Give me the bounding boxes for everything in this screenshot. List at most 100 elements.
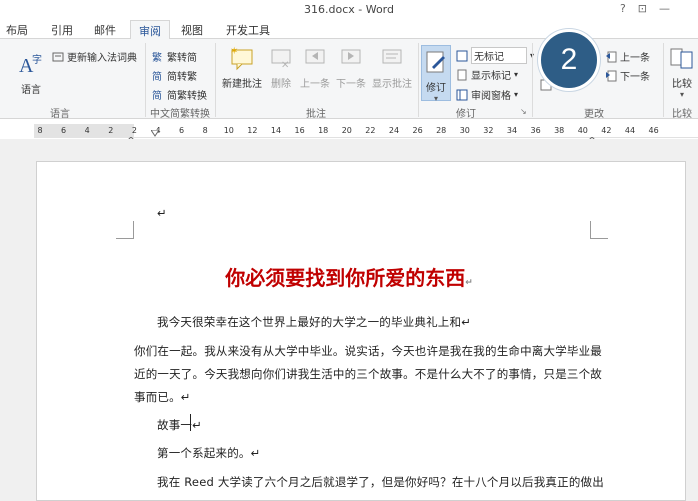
help-icon[interactable]: ? — [620, 2, 626, 15]
show-comments-icon — [379, 45, 405, 71]
chinese-conversion-button[interactable]: 简 简繁转换 — [152, 87, 207, 103]
reviewing-pane-icon — [456, 89, 468, 101]
ruler-tick: 44 — [624, 126, 636, 135]
chinese-conversion-label: 简繁转换 — [167, 91, 207, 102]
delete-comment-label: 删除 — [271, 79, 291, 90]
document-page[interactable] — [36, 161, 686, 501]
ruler-tick: 30 — [459, 126, 470, 135]
compare-dropdown-icon: ▾ — [679, 90, 684, 99]
svg-text:简: 简 — [152, 70, 162, 82]
tracking-group-label: 修订 — [456, 109, 476, 120]
traditional-to-simplified-label: 繁转简 — [167, 53, 197, 64]
update-ime-label: 更新输入法词典 — [67, 53, 137, 64]
group-divider — [532, 43, 533, 117]
tab-review[interactable]: 审阅 — [130, 20, 170, 40]
tab-references[interactable]: 引用 — [51, 22, 73, 38]
minimize-icon[interactable]: — — [659, 2, 670, 15]
tab-mailings[interactable]: 邮件 — [94, 22, 116, 38]
language-button-label: 语言 — [21, 85, 41, 96]
convert-traditional-icon: 简 — [152, 70, 164, 83]
ruler-tick: 34 — [506, 126, 518, 135]
ruler-tick: 38 — [554, 126, 565, 135]
ruler-tick: 4 — [84, 126, 90, 135]
group-divider — [418, 43, 419, 117]
traditional-to-simplified-button[interactable]: 繁 繁转简 — [152, 49, 197, 65]
paragraph-line[interactable]: 你们在一起。我从来没有从大学中毕业。说实话，今天也许是我在我的生命中离大学毕业最 — [134, 343, 602, 359]
svg-text:繁: 繁 — [152, 51, 162, 63]
step-number: 2 — [560, 43, 578, 76]
changes-group-label: 更改 — [584, 109, 604, 120]
ruler-tick: 14 — [270, 126, 282, 135]
compare-group-label: 比较 — [672, 109, 692, 120]
track-changes-button[interactable]: 修订 ▾ — [421, 45, 451, 103]
compare-icon — [669, 45, 695, 71]
ruler-tick: 10 — [223, 126, 234, 135]
track-changes-label: 修订 — [426, 83, 446, 94]
show-markup-icon — [456, 69, 468, 81]
ruler-tick: 46 — [648, 126, 659, 135]
chevron-down-icon: ▾ — [514, 90, 519, 99]
ribbon-tabs: 布局 引用 邮件 审阅 视图 开发工具 — [0, 20, 698, 40]
compare-button[interactable]: 比较 ▾ — [666, 45, 698, 99]
show-markup-button[interactable]: 显示标记 ▾ — [456, 67, 518, 82]
chevron-down-icon: ▾ — [514, 70, 519, 79]
group-divider — [145, 43, 146, 117]
ruler-tick: 18 — [318, 126, 329, 135]
svg-text:简: 简 — [152, 89, 162, 101]
ruler-tick: 24 — [388, 126, 400, 135]
group-divider — [663, 43, 664, 117]
ruler-tick: 28 — [436, 126, 447, 135]
tab-developer[interactable]: 开发工具 — [226, 22, 270, 38]
markup-select[interactable]: 无标记 ▾ — [456, 47, 534, 64]
crop-mark-top-right — [590, 221, 608, 239]
language-group-label: 语言 — [50, 109, 70, 120]
paragraph-line[interactable]: 第一个系起来的。↵ — [157, 445, 260, 461]
previous-change-icon — [605, 51, 617, 63]
delete-comment-button[interactable]: ✕ 删除 — [266, 45, 296, 90]
chinese-conversion-group-label: 中文简繁转换 — [150, 109, 210, 120]
previous-comment-button[interactable]: 上一条 — [298, 45, 332, 90]
ruler-tick: 20 — [341, 126, 352, 135]
new-comment-label: 新建批注 — [222, 79, 262, 90]
ruler-tick: 22 — [365, 126, 376, 135]
title-bar: 316.docx - Word ? ⊡ — — [0, 0, 698, 20]
previous-comment-label: 上一条 — [300, 79, 330, 90]
language-button[interactable]: A字 语言 — [14, 51, 48, 96]
track-changes-icon — [423, 49, 449, 75]
simplified-to-traditional-label: 简转繁 — [167, 72, 197, 83]
next-comment-label: 下一条 — [336, 79, 366, 90]
new-comment-button[interactable]: ✶ 新建批注 — [220, 45, 264, 90]
next-comment-button[interactable]: 下一条 — [334, 45, 368, 90]
tracking-options-icon[interactable]: ↘ — [520, 107, 527, 116]
document-title-text: 你必须要找到你所爱的东西 — [225, 266, 466, 290]
paragraph-line[interactable]: 我在 Reed 大学读了六个月之后就退学了，但是你好吗？在十八个月以后我真正的做… — [157, 474, 604, 490]
paragraph-line[interactable]: 近的一天了。今天我想向你们讲我生活中的三个故事。不是什么大不了的事情，只是三个故 — [134, 366, 602, 382]
text-cursor — [190, 414, 191, 431]
paragraph-line[interactable]: 事而已。↵ — [134, 389, 191, 405]
ruler-tick: 42 — [601, 126, 612, 135]
next-change-button[interactable]: 下一条 — [605, 68, 650, 83]
ruler-tick: 8 — [37, 126, 43, 135]
simplified-to-traditional-button[interactable]: 简 简转繁 — [152, 68, 197, 84]
show-comments-label: 显示批注 — [372, 79, 412, 90]
update-ime-button[interactable]: 更新输入法词典 — [52, 49, 137, 64]
ruler-tick: 26 — [412, 126, 423, 135]
ribbon-display-icon[interactable]: ⊡ — [638, 2, 647, 15]
language-icon: A字 — [18, 51, 44, 77]
tab-layout[interactable]: 布局 — [6, 22, 28, 38]
previous-change-button[interactable]: 上一条 — [605, 49, 650, 64]
first-line-indent-marker[interactable] — [150, 123, 160, 137]
paragraph-line[interactable]: 故事一↵ — [157, 417, 202, 433]
document-title[interactable]: 你必须要找到你所爱的东西↵ — [0, 262, 698, 291]
next-comment-icon — [338, 45, 364, 71]
reviewing-pane-button[interactable]: 审阅窗格 ▾ — [456, 87, 518, 102]
track-changes-dropdown-icon: ▾ — [433, 94, 438, 103]
conversion-icon: 简 — [152, 89, 164, 102]
reviewing-pane-label: 审阅窗格 — [471, 91, 511, 102]
ruler-tick: 2 — [108, 126, 114, 135]
paragraph-line[interactable]: 我今天很荣幸在这个世界上最好的大学之一的毕业典礼上和↵ — [157, 314, 471, 330]
ruler-tick: 40 — [577, 126, 588, 135]
ruler-tick: 12 — [247, 126, 258, 135]
tab-view[interactable]: 视图 — [181, 22, 203, 38]
show-comments-button[interactable]: 显示批注 — [370, 45, 414, 90]
